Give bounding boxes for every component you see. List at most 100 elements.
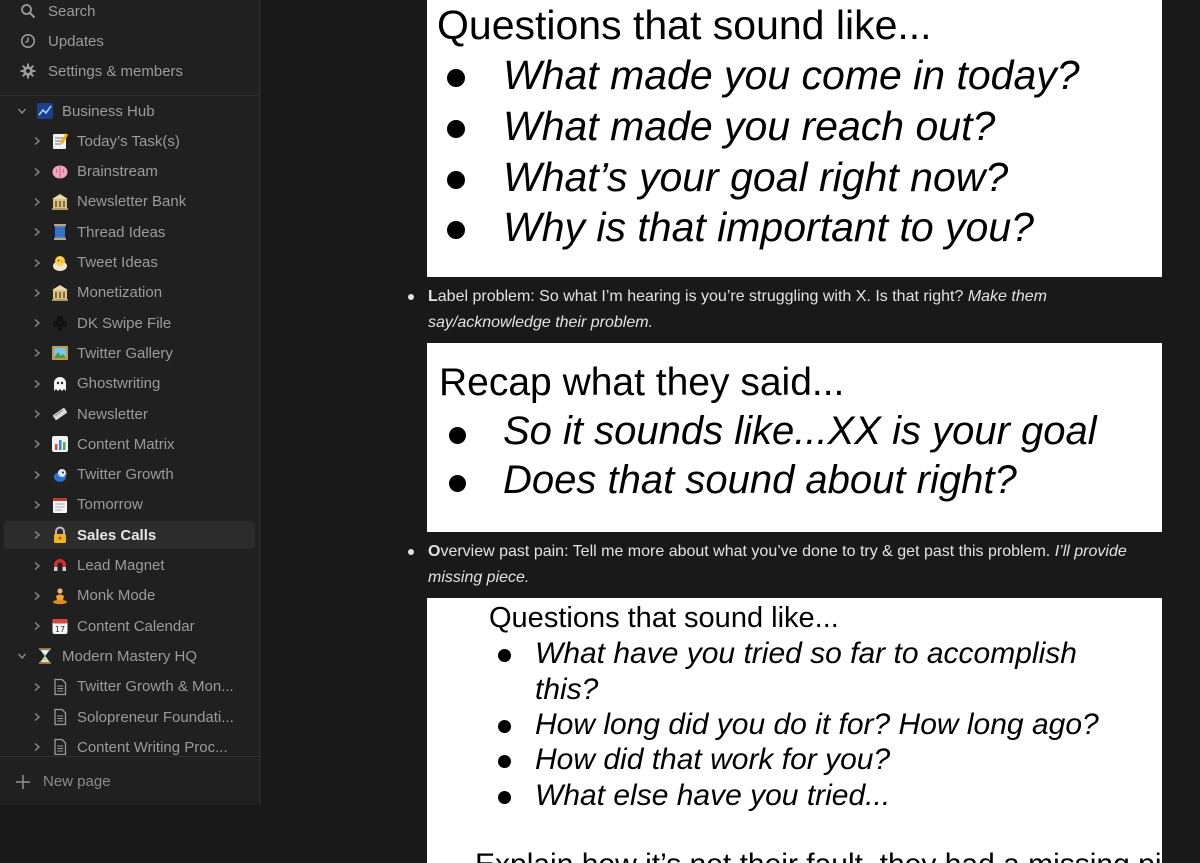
memo-icon	[50, 131, 70, 151]
sidebar-item-label: Content Writing Proc...	[77, 738, 228, 755]
overview-pain-text: Overview past pain: Tell me more about w…	[428, 539, 1146, 591]
clock-icon	[19, 32, 37, 50]
sidebar-item-ghostwriting[interactable]: Ghostwriting	[4, 370, 255, 398]
sidebar-item-content-calendar[interactable]: 17 Content Calendar	[4, 612, 255, 640]
image-block-past-pain: Questions that sound like... What have y…	[427, 598, 1162, 863]
bird-icon	[50, 465, 70, 485]
chevron-right-icon[interactable]	[30, 256, 44, 270]
sidebar-settings-label: Settings & members	[48, 62, 184, 80]
bullet-dot	[447, 69, 465, 87]
chevron-right-icon[interactable]	[30, 710, 44, 724]
chevron-right-icon[interactable]	[30, 619, 44, 633]
chevron-right-icon[interactable]	[30, 437, 44, 451]
overview-pain-item: Overview past pain: Tell me more about w…	[406, 539, 1146, 591]
chevron-right-icon[interactable]	[30, 407, 44, 421]
sidebar-item-brainstream[interactable]: Brainstream	[4, 158, 255, 186]
chevron-right-icon[interactable]	[30, 498, 44, 512]
chevron-right-icon[interactable]	[30, 316, 44, 330]
sidebar-item-solopreneur-foundati[interactable]: Solopreneur Foundati...	[4, 703, 255, 731]
card-bullet: What made you come in today?	[503, 52, 1080, 98]
sidebar-item-monk-mode[interactable]: Monk Mode	[4, 582, 255, 610]
body-text: abel problem: So what I’m hearing is you…	[437, 288, 968, 305]
chevron-right-icon[interactable]	[30, 346, 44, 360]
initial-letter: L	[428, 288, 438, 305]
sidebar-item-twitter-growth-mon[interactable]: Twitter Growth & Mon...	[4, 673, 255, 701]
sidebar-item-dk-swipe-file[interactable]: DK Swipe File	[4, 309, 255, 337]
meditation-icon	[50, 586, 70, 606]
calendar-icon: 17	[50, 616, 70, 636]
list-bullet	[408, 294, 414, 300]
chevron-down-icon[interactable]	[15, 649, 29, 663]
sidebar-item-label: Newsletter Bank	[77, 193, 187, 211]
new-page-button[interactable]: New page	[0, 756, 259, 806]
new-page-label: New page	[43, 773, 111, 790]
sidebar-item-lead-magnet[interactable]: Lead Magnet	[4, 552, 255, 580]
chevron-right-icon[interactable]	[30, 134, 44, 148]
sidebar-item-twitter-gallery[interactable]: Twitter Gallery	[4, 339, 255, 367]
sidebar-item-newsletter-bank[interactable]: Newsletter Bank	[4, 188, 255, 216]
sidebar-updates[interactable]: Updates	[0, 26, 259, 56]
bar-chart-icon	[50, 434, 70, 454]
sidebar-item-monetization[interactable]: Monetization	[4, 279, 255, 307]
bullet-dot	[447, 120, 465, 138]
bullet-dot	[449, 427, 466, 444]
sidebar-item-modern-mastery-hq[interactable]: Modern Mastery HQ	[4, 642, 255, 670]
page-icon	[50, 737, 70, 755]
card-title: Questions that sound like...	[437, 2, 932, 48]
chevron-right-icon[interactable]	[30, 589, 44, 603]
chevron-right-icon[interactable]	[30, 559, 44, 573]
sidebar-item-label: Content Matrix	[77, 435, 175, 453]
chevron-right-icon[interactable]	[30, 195, 44, 209]
sidebar-item-thread-ideas[interactable]: Thread Ideas	[4, 218, 255, 246]
chevron-right-icon[interactable]	[30, 468, 44, 482]
card-title: Recap what they said...	[439, 361, 845, 404]
sidebar-item-tomorrow[interactable]: Tomorrow	[4, 491, 255, 519]
chevron-right-icon[interactable]	[30, 528, 44, 542]
card-footer-text: Explain how it’s not their fault, they h…	[475, 848, 1162, 863]
sidebar-item-label: Tomorrow	[77, 496, 143, 514]
bullet-dot	[447, 221, 465, 239]
chart-icon	[35, 101, 55, 121]
initial-letter: O	[428, 543, 441, 560]
hourglass-icon	[35, 646, 55, 666]
card-bullet: What’s your goal right now?	[503, 154, 1009, 200]
sidebar: Search Updates Settings & members Busine…	[0, 0, 260, 805]
plus-icon	[15, 774, 31, 790]
chevron-right-icon[interactable]	[30, 680, 44, 694]
sidebar-search[interactable]: Search	[0, 0, 259, 26]
chevron-right-icon[interactable]	[30, 377, 44, 391]
chevron-right-icon[interactable]	[30, 225, 44, 239]
chevron-right-icon[interactable]	[30, 286, 44, 300]
label-problem-item: Label problem: So what I’m hearing is yo…	[406, 284, 1146, 336]
sidebar-item-content-matrix[interactable]: Content Matrix	[4, 430, 255, 458]
bullet-dot	[447, 171, 465, 189]
page-icon	[50, 677, 70, 697]
sidebar-item-label: Ghostwriting	[77, 375, 161, 393]
sidebar-item-tweet-ideas[interactable]: Tweet Ideas	[4, 249, 255, 277]
sidebar-item-today-s-task-s[interactable]: Today’s Task(s)	[4, 127, 255, 155]
sidebar-item-label: Thread Ideas	[77, 223, 166, 241]
bullet-dot	[449, 475, 466, 492]
body-text: verview past pain: Tell me more about wh…	[440, 543, 1055, 560]
magnet-icon	[50, 556, 70, 576]
sidebar-item-label: Twitter Gallery	[77, 344, 173, 362]
chevron-right-icon[interactable]	[30, 740, 44, 754]
bullet-dot	[498, 720, 511, 733]
sidebar-item-sales-calls[interactable]: Sales Calls	[4, 521, 255, 550]
card-bullet: What made you reach out?	[503, 103, 996, 149]
sidebar-item-label: Modern Mastery HQ	[62, 647, 198, 665]
sidebar-settings[interactable]: Settings & members	[0, 56, 259, 86]
sidebar-item-newsletter[interactable]: Newsletter	[4, 400, 255, 428]
card-bullet: How did that work for you?	[535, 743, 891, 776]
chevron-down-icon[interactable]	[15, 104, 29, 118]
sidebar-item-twitter-growth[interactable]: Twitter Growth	[4, 461, 255, 489]
bullet-dot	[498, 649, 511, 662]
sidebar-item-content-writing-proc[interactable]: Content Writing Proc...	[4, 733, 255, 755]
bank-icon	[50, 283, 70, 303]
sidebar-item-label: Brainstream	[77, 163, 158, 181]
image-block-recap: Recap what they said... So it sounds lik…	[427, 343, 1162, 532]
sidebar-item-label: Monk Mode	[77, 587, 156, 605]
sidebar-item-label: Twitter Growth & Mon...	[77, 678, 234, 696]
sidebar-item-business-hub[interactable]: Business Hub	[4, 97, 255, 125]
chevron-right-icon[interactable]	[30, 165, 44, 179]
